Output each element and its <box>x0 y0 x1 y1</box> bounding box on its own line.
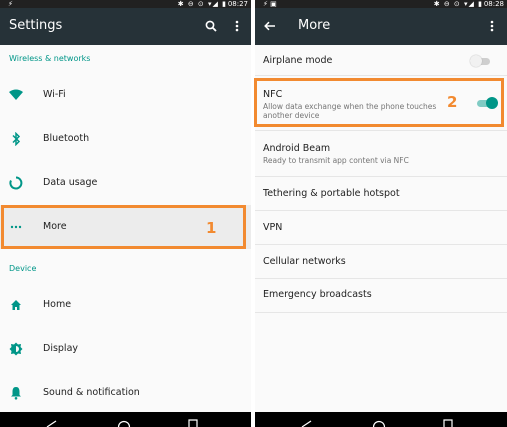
notification-icon: ⚡ ▣ <box>263 0 277 8</box>
settings-item-label: Home <box>43 299 72 310</box>
brightness-icon <box>8 341 24 357</box>
settings-item-label: Wi-Fi <box>43 89 66 100</box>
settings-item-label: Bluetooth <box>43 133 90 144</box>
search-icon[interactable] <box>202 17 220 35</box>
setting-subtitle: Ready to transmit app content via NFC <box>263 156 409 165</box>
callout-number-1: 1 <box>206 219 217 237</box>
android-beam-row[interactable]: Android Beam Ready to transmit app conte… <box>255 131 507 177</box>
airplane-mode-switch[interactable] <box>470 54 492 68</box>
setting-title: VPN <box>263 222 283 233</box>
setting-title: Airplane mode <box>263 55 333 66</box>
back-nav-icon[interactable] <box>301 420 313 427</box>
status-time: 08:27 <box>227 0 248 8</box>
status-time: 08:28 <box>483 0 504 8</box>
settings-item-wifi[interactable]: Wi-Fi <box>0 73 251 117</box>
recents-nav-icon[interactable] <box>443 419 453 427</box>
overflow-menu-icon[interactable] <box>483 17 501 35</box>
status-icons: ✱ ⊖ ⊙ ▾◢ ▮ <box>177 0 227 8</box>
setting-title: Cellular networks <box>263 256 346 267</box>
navigation-bar <box>255 412 507 427</box>
data-usage-icon <box>8 175 24 191</box>
screenshot-root: ⚡ ✱ ⊖ ⊙ ▾◢ ▮ 08:27 Settings Wireless & n… <box>0 0 507 427</box>
setting-title: Emergency broadcasts <box>263 289 372 300</box>
settings-item-label: Sound & notification <box>43 387 140 398</box>
status-bar: ⚡ ▣ ✱ ⊖ ⊙ ▾◢ ▮ 08:28 <box>255 0 507 8</box>
wifi-icon <box>8 87 24 103</box>
setting-title: Android Beam <box>263 143 331 154</box>
overflow-menu-icon[interactable] <box>228 17 246 35</box>
settings-item-label: Display <box>43 343 79 354</box>
tethering-row[interactable]: Tethering & portable hotspot <box>255 177 507 211</box>
airplane-mode-row[interactable]: Airplane mode <box>255 45 507 76</box>
status-icons: ✱ ⊖ ⊙ ▾◢ ▮ <box>433 0 483 8</box>
settings-item-data-usage[interactable]: Data usage <box>0 161 251 205</box>
vpn-row[interactable]: VPN <box>255 211 507 245</box>
status-bar: ⚡ ✱ ⊖ ⊙ ▾◢ ▮ 08:27 <box>0 0 251 8</box>
settings-item-label: Data usage <box>43 177 98 188</box>
settings-item-sound[interactable]: Sound & notification <box>0 371 251 415</box>
navigation-bar <box>0 412 251 427</box>
settings-item-home[interactable]: Home <box>0 283 251 327</box>
callout-number-2: 2 <box>447 93 458 111</box>
page-title: More <box>298 18 331 33</box>
more-screen: ⚡ ▣ ✱ ⊖ ⊙ ▾◢ ▮ 08:28 More Airplane mode … <box>255 0 507 427</box>
back-arrow-icon[interactable] <box>261 17 279 35</box>
setting-title: Tethering & portable hotspot <box>263 188 400 199</box>
emergency-broadcasts-row[interactable]: Emergency broadcasts <box>255 279 507 313</box>
settings-item-display[interactable]: Display <box>0 327 251 371</box>
callout-box-step-2 <box>254 78 504 127</box>
recents-nav-icon[interactable] <box>188 419 198 427</box>
section-header-wireless: Wireless & networks <box>9 54 91 63</box>
app-bar: Settings <box>0 8 251 45</box>
back-nav-icon[interactable] <box>46 420 58 427</box>
notification-icon: ⚡ <box>8 0 13 8</box>
home-icon <box>8 297 24 313</box>
settings-item-bluetooth[interactable]: Bluetooth <box>0 117 251 161</box>
bell-icon <box>8 385 24 401</box>
page-title: Settings <box>9 18 63 33</box>
app-bar: More <box>255 8 507 45</box>
bluetooth-icon <box>8 131 24 147</box>
home-nav-icon[interactable] <box>117 418 131 427</box>
home-nav-icon[interactable] <box>372 418 386 427</box>
section-header-device: Device <box>9 264 37 273</box>
cellular-networks-row[interactable]: Cellular networks <box>255 245 507 279</box>
